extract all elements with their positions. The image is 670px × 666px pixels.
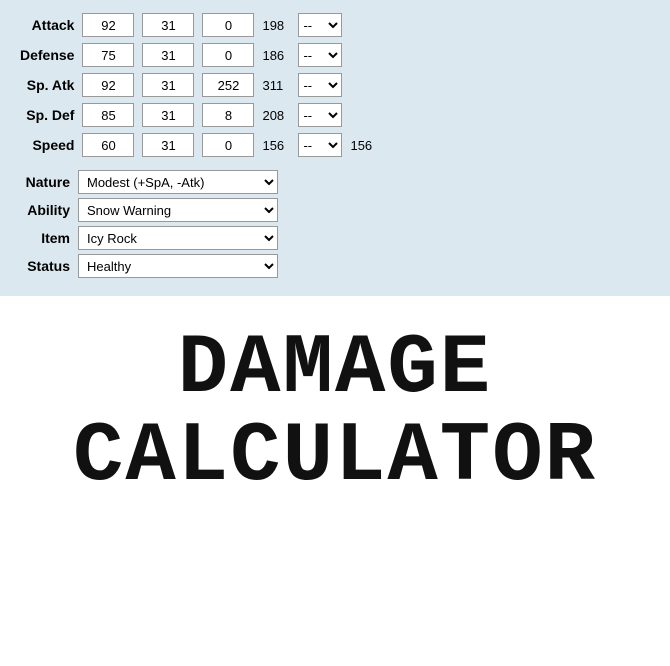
- stat-iv-1[interactable]: [142, 43, 194, 67]
- stat-extra-4: 156: [346, 130, 376, 160]
- stat-row-spatk: Sp. Atk 311--+1+2+3+4+5+6-1-2-3-4-5-6: [16, 70, 376, 100]
- item-row: Item NoneIcy RockChoice ScarfChoice Spec…: [16, 226, 654, 250]
- stat-base-4[interactable]: [82, 133, 134, 157]
- stat-base-3[interactable]: [82, 103, 134, 127]
- stat-base-1[interactable]: [82, 43, 134, 67]
- stat-row-speed: Speed 156--+1+2+3+4+5+6-1-2-3-4-5-6156: [16, 130, 376, 160]
- stat-label-3: Sp. Def: [16, 100, 78, 130]
- nature-label: Nature: [16, 174, 78, 190]
- stat-total-2: 311: [258, 70, 294, 100]
- stat-ev-0[interactable]: [202, 13, 254, 37]
- stat-total-3: 208: [258, 100, 294, 130]
- stat-row-defense: Defense 186--+1+2+3+4+5+6-1-2-3-4-5-6: [16, 40, 376, 70]
- stat-total-0: 198: [258, 10, 294, 40]
- nature-row: Nature HardyLonelyBraveAdamantNaughtyBol…: [16, 170, 654, 194]
- footer-section: DAMAGE CALCULATOR: [0, 296, 670, 542]
- stat-iv-3[interactable]: [142, 103, 194, 127]
- stat-ev-2[interactable]: [202, 73, 254, 97]
- stat-label-0: Attack: [16, 10, 78, 40]
- stat-iv-0[interactable]: [142, 13, 194, 37]
- stat-base-2[interactable]: [82, 73, 134, 97]
- stat-base-0[interactable]: [82, 13, 134, 37]
- nature-select[interactable]: HardyLonelyBraveAdamantNaughtyBoldDocile…: [78, 170, 278, 194]
- damage-calculator-title: DAMAGE CALCULATOR: [73, 326, 597, 502]
- stat-row-attack: Attack 198--+1+2+3+4+5+6-1-2-3-4-5-6: [16, 10, 376, 40]
- stat-mod-select-3[interactable]: --+1+2+3+4+5+6-1-2-3-4-5-6: [298, 103, 342, 127]
- stat-mod-select-2[interactable]: --+1+2+3+4+5+6-1-2-3-4-5-6: [298, 73, 342, 97]
- status-select[interactable]: HealthyBurnedParalyzedPoisonedBadly Pois…: [78, 254, 278, 278]
- stat-mod-select-4[interactable]: --+1+2+3+4+5+6-1-2-3-4-5-6: [298, 133, 342, 157]
- item-select[interactable]: NoneIcy RockChoice ScarfChoice SpecsLife…: [78, 226, 278, 250]
- stat-total-1: 186: [258, 40, 294, 70]
- stat-label-4: Speed: [16, 130, 78, 160]
- ability-row: Ability Snow WarningSnow CloakForecastIc…: [16, 198, 654, 222]
- stat-label-2: Sp. Atk: [16, 70, 78, 100]
- item-label: Item: [16, 230, 78, 246]
- stats-table: Attack198--+1+2+3+4+5+6-1-2-3-4-5-6Defen…: [16, 10, 376, 160]
- stat-mod-select-0[interactable]: --+1+2+3+4+5+6-1-2-3-4-5-6: [298, 13, 342, 37]
- field-rows: Nature HardyLonelyBraveAdamantNaughtyBol…: [16, 170, 654, 278]
- stat-ev-3[interactable]: [202, 103, 254, 127]
- stat-total-4: 156: [258, 130, 294, 160]
- stat-label-1: Defense: [16, 40, 78, 70]
- stats-section: Attack198--+1+2+3+4+5+6-1-2-3-4-5-6Defen…: [0, 0, 670, 296]
- stat-iv-4[interactable]: [142, 133, 194, 157]
- stat-mod-select-1[interactable]: --+1+2+3+4+5+6-1-2-3-4-5-6: [298, 43, 342, 67]
- stat-row-spdef: Sp. Def 208--+1+2+3+4+5+6-1-2-3-4-5-6: [16, 100, 376, 130]
- stat-iv-2[interactable]: [142, 73, 194, 97]
- ability-select[interactable]: Snow WarningSnow CloakForecastIce Body: [78, 198, 278, 222]
- status-row: Status HealthyBurnedParalyzedPoisonedBad…: [16, 254, 654, 278]
- stat-ev-4[interactable]: [202, 133, 254, 157]
- status-label: Status: [16, 258, 78, 274]
- ability-label: Ability: [16, 202, 78, 218]
- stat-ev-1[interactable]: [202, 43, 254, 67]
